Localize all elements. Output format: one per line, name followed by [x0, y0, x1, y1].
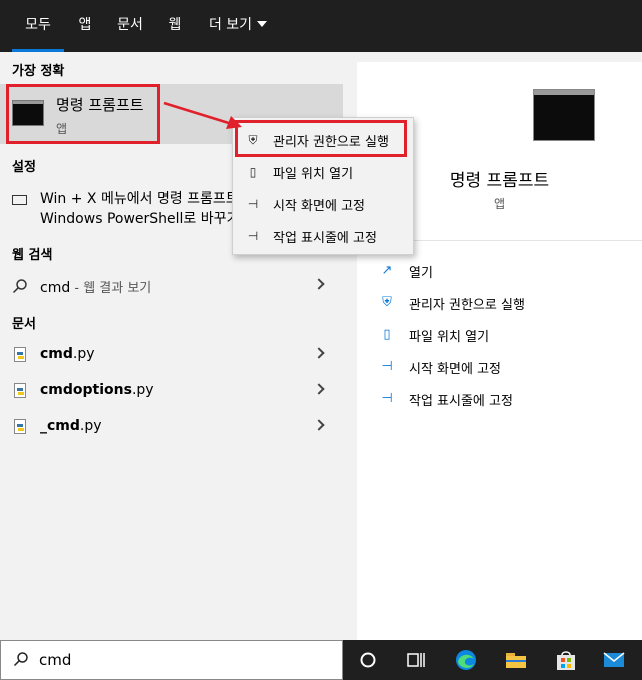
web-suffix: - 웹 결과 보기 — [70, 281, 152, 296]
document-name: cmdoptions.py — [40, 382, 154, 398]
chevron-right-icon[interactable] — [313, 347, 325, 359]
tab-apps[interactable]: 앱 — [70, 0, 100, 52]
context-pin-to-start[interactable]: ⊣ 시작 화면에 고정 — [233, 188, 413, 218]
folder-icon: ▯ — [249, 165, 257, 179]
highlight-box-run-as-admin — [235, 120, 407, 157]
tab-web-label: 웹 — [168, 17, 182, 33]
document-name-ext: .py — [131, 382, 154, 398]
edge-browser-icon[interactable] — [454, 648, 478, 672]
search-box[interactable]: cmd — [0, 640, 343, 680]
pin-icon: ⊣ — [247, 197, 259, 211]
monitor-icon — [12, 195, 27, 205]
action-open-label: 열기 — [409, 266, 433, 281]
search-icon — [13, 652, 28, 667]
tab-all-label: 모두 — [25, 17, 51, 33]
search-icon — [12, 279, 27, 294]
action-pin-to-taskbar-label: 작업 표시줄에 고정 — [409, 394, 513, 409]
section-web-search: 웹 검색 — [12, 248, 53, 263]
python-file-icon — [14, 347, 26, 362]
mail-icon[interactable] — [602, 648, 626, 672]
action-pin-to-start-label: 시작 화면에 고정 — [409, 362, 501, 377]
chevron-right-icon[interactable] — [313, 278, 325, 290]
document-name: _cmd.py — [40, 418, 102, 434]
action-open-file-location-label: 파일 위치 열기 — [409, 330, 490, 345]
taskbar: cmd — [0, 640, 642, 680]
tab-documents-label: 문서 — [117, 17, 143, 33]
document-result[interactable]: cmd.py — [0, 338, 343, 372]
cortana-icon[interactable] — [356, 648, 380, 672]
caret-down-icon — [257, 21, 268, 27]
action-run-as-admin-label: 관리자 권한으로 실행 — [409, 298, 525, 313]
web-query: cmd — [40, 280, 71, 296]
section-documents: 문서 — [12, 317, 36, 332]
document-name-bold: cmdoptions — [40, 382, 132, 398]
file-explorer-icon[interactable] — [504, 648, 528, 672]
preview-title-text: 명령 프롬프트 — [449, 171, 550, 191]
document-name-ext: .py — [72, 346, 95, 362]
pin-icon: ⊣ — [381, 391, 393, 406]
document-name-bold: cmd — [40, 346, 73, 362]
section-best-match: 가장 정확 — [12, 64, 65, 79]
pin-icon: ⊣ — [247, 229, 259, 243]
chevron-right-icon[interactable] — [313, 383, 325, 395]
tab-more[interactable]: 더 보기 — [200, 0, 276, 52]
tab-documents[interactable]: 문서 — [110, 0, 150, 52]
document-result[interactable]: _cmd.py — [0, 410, 343, 444]
document-name-ext: .py — [79, 418, 102, 434]
tab-apps-label: 앱 — [78, 17, 92, 33]
tab-all[interactable]: 모두 — [12, 0, 64, 52]
pin-icon: ⊣ — [381, 359, 393, 374]
web-search-text: cmd - 웹 결과 보기 — [40, 277, 151, 296]
context-pin-to-start-label: 시작 화면에 고정 — [273, 199, 365, 214]
section-settings: 설정 — [12, 160, 36, 175]
tab-more-label: 더 보기 — [208, 17, 253, 33]
chevron-right-icon[interactable] — [313, 419, 325, 431]
document-name: cmd.py — [40, 346, 95, 362]
context-open-file-location-label: 파일 위치 열기 — [273, 167, 354, 182]
document-name-bold: _cmd — [40, 418, 80, 434]
shield-icon: ⛨ — [382, 295, 392, 310]
open-icon: ↗ — [381, 263, 393, 278]
context-pin-to-taskbar-label: 작업 표시줄에 고정 — [273, 231, 377, 246]
context-open-file-location[interactable]: ▯ 파일 위치 열기 — [233, 156, 413, 186]
store-icon[interactable] — [554, 648, 578, 672]
cmd-large-icon — [533, 89, 595, 141]
search-tab-bar: 모두 앱 문서 웹 더 보기 — [0, 0, 642, 52]
folder-icon: ▯ — [383, 327, 391, 342]
python-file-icon — [14, 383, 26, 398]
document-result[interactable]: cmdoptions.py — [0, 374, 343, 408]
search-input[interactable]: cmd — [39, 651, 71, 669]
python-file-icon — [14, 419, 26, 434]
task-view-icon[interactable] — [404, 648, 428, 672]
highlight-box-best-match — [6, 84, 160, 144]
annotation-arrow-icon — [163, 101, 242, 129]
tab-web[interactable]: 웹 — [160, 0, 190, 52]
web-search-result[interactable]: cmd - 웹 결과 보기 — [0, 269, 343, 303]
preview-subtitle-text: 앱 — [493, 197, 506, 211]
context-pin-to-taskbar[interactable]: ⊣ 작업 표시줄에 고정 — [233, 220, 413, 250]
